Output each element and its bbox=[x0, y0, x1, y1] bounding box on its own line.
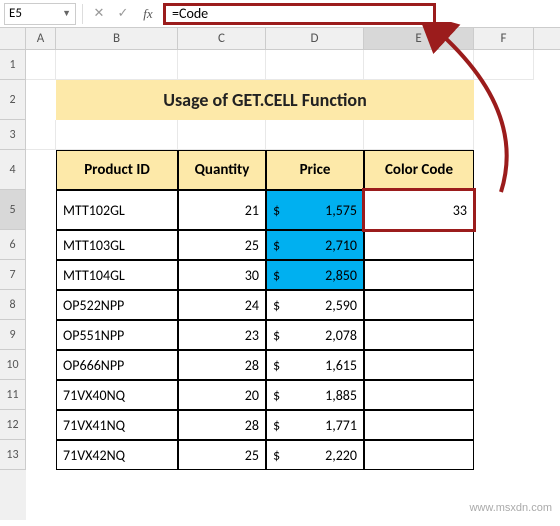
table-cell-color[interactable] bbox=[364, 320, 474, 350]
table-cell-qty[interactable]: 24 bbox=[178, 290, 266, 320]
table-cell-color[interactable] bbox=[364, 290, 474, 320]
header-quantity[interactable]: Quantity bbox=[178, 150, 266, 190]
separator bbox=[82, 4, 83, 24]
table-cell-id[interactable]: MTT104GL bbox=[56, 260, 178, 290]
cell-C3[interactable] bbox=[178, 120, 266, 150]
formula-bar: E5 ▼ ✕ ✓ fx =Code bbox=[0, 0, 560, 28]
row-header-10[interactable]: 10 bbox=[0, 350, 26, 380]
column-headers: A B C D E F bbox=[0, 28, 560, 50]
table-cell-price[interactable]: $2,590 bbox=[266, 290, 364, 320]
name-box-value: E5 bbox=[9, 6, 62, 21]
table-cell-color[interactable] bbox=[364, 440, 474, 470]
row-header-12[interactable]: 12 bbox=[0, 410, 26, 440]
cancel-icon[interactable]: ✕ bbox=[89, 4, 109, 24]
header-color-code[interactable]: Color Code bbox=[364, 150, 474, 190]
formula-input[interactable]: =Code bbox=[163, 3, 436, 25]
table-cell-color[interactable] bbox=[364, 260, 474, 290]
cell-B1[interactable] bbox=[56, 50, 178, 80]
row-header-13[interactable]: 13 bbox=[0, 440, 26, 470]
table-cell-price[interactable]: $1,575 bbox=[266, 190, 364, 230]
table-cell-id[interactable]: OP551NPP bbox=[56, 320, 178, 350]
table-cell-qty[interactable]: 28 bbox=[178, 350, 266, 380]
row-header-5[interactable]: 5 bbox=[0, 190, 26, 230]
header-product-id[interactable]: Product ID bbox=[56, 150, 178, 190]
col-header-A[interactable]: A bbox=[26, 28, 56, 49]
table-cell-id[interactable]: OP522NPP bbox=[56, 290, 178, 320]
title-text: Usage of GET.CELL Function bbox=[163, 89, 366, 111]
col-header-D[interactable]: D bbox=[266, 28, 364, 49]
table-cell-id[interactable]: MTT102GL bbox=[56, 190, 178, 230]
table-cell-price[interactable]: $2,078 bbox=[266, 320, 364, 350]
row-header-1[interactable]: 1 bbox=[0, 50, 26, 80]
col-header-F[interactable]: F bbox=[474, 28, 534, 49]
cell-F1[interactable] bbox=[474, 50, 534, 80]
table-cell-price[interactable]: $1,615 bbox=[266, 350, 364, 380]
header-price[interactable]: Price bbox=[266, 150, 364, 190]
cell-A1[interactable] bbox=[26, 50, 56, 80]
row-headers: 1 2 3 4 5 6 7 8 9 10 11 12 13 bbox=[0, 50, 26, 520]
table-cell-price[interactable]: $1,771 bbox=[266, 410, 364, 440]
formula-text: =Code bbox=[172, 5, 208, 22]
cells-area[interactable]: Usage of GET.CELL Function Product ID Qu… bbox=[26, 50, 560, 520]
chevron-down-icon[interactable]: ▼ bbox=[62, 8, 71, 19]
selected-cell-E5[interactable]: 33 bbox=[362, 188, 476, 232]
table-cell-color[interactable] bbox=[364, 380, 474, 410]
cell-C1[interactable] bbox=[178, 50, 266, 80]
grid: 1 2 3 4 5 6 7 8 9 10 11 12 13 Usage of G… bbox=[0, 50, 560, 520]
table-cell-id[interactable]: MTT103GL bbox=[56, 230, 178, 260]
cell-A3[interactable] bbox=[26, 120, 56, 150]
row-header-6[interactable]: 6 bbox=[0, 230, 26, 260]
table-cell-id[interactable]: 71VX41NQ bbox=[56, 410, 178, 440]
table-cell-qty[interactable]: 28 bbox=[178, 410, 266, 440]
watermark: www.msxdn.com bbox=[469, 502, 552, 514]
table-cell-id[interactable]: 71VX40NQ bbox=[56, 380, 178, 410]
cell-E1[interactable] bbox=[364, 50, 474, 80]
select-all-corner[interactable] bbox=[0, 28, 26, 49]
col-header-C[interactable]: C bbox=[178, 28, 266, 49]
cell-B3[interactable] bbox=[56, 120, 178, 150]
cell-D3[interactable] bbox=[266, 120, 364, 150]
table-cell-id[interactable]: OP666NPP bbox=[56, 350, 178, 380]
cell-E3[interactable] bbox=[364, 120, 474, 150]
table-cell-qty[interactable]: 21 bbox=[178, 190, 266, 230]
table-cell-qty[interactable]: 30 bbox=[178, 260, 266, 290]
name-box[interactable]: E5 ▼ bbox=[4, 3, 76, 25]
table-cell-qty[interactable]: 20 bbox=[178, 380, 266, 410]
row-header-9[interactable]: 9 bbox=[0, 320, 26, 350]
title-banner[interactable]: Usage of GET.CELL Function bbox=[56, 80, 474, 120]
table-cell-color[interactable] bbox=[364, 410, 474, 440]
table-cell-qty[interactable]: 25 bbox=[178, 440, 266, 470]
check-icon[interactable]: ✓ bbox=[113, 4, 133, 24]
table-cell-qty[interactable]: 25 bbox=[178, 230, 266, 260]
table-cell-price[interactable]: $2,710 bbox=[266, 230, 364, 260]
cell-D1[interactable] bbox=[266, 50, 364, 80]
table-cell-price[interactable]: $2,850 bbox=[266, 260, 364, 290]
row-header-7[interactable]: 7 bbox=[0, 260, 26, 290]
row-header-4[interactable]: 4 bbox=[0, 150, 26, 190]
col-header-B[interactable]: B bbox=[56, 28, 178, 49]
row-header-8[interactable]: 8 bbox=[0, 290, 26, 320]
col-header-E[interactable]: E bbox=[364, 28, 474, 49]
table-cell-id[interactable]: 71VX42NQ bbox=[56, 440, 178, 470]
row-header-11[interactable]: 11 bbox=[0, 380, 26, 410]
table-cell-price[interactable]: $1,885 bbox=[266, 380, 364, 410]
table-cell-color[interactable] bbox=[364, 350, 474, 380]
fx-icon[interactable]: fx bbox=[137, 6, 159, 22]
table-cell-qty[interactable]: 23 bbox=[178, 320, 266, 350]
row-header-2[interactable]: 2 bbox=[0, 80, 26, 120]
row-header-3[interactable]: 3 bbox=[0, 120, 26, 150]
table-cell-color[interactable] bbox=[364, 230, 474, 260]
table-cell-price[interactable]: $2,220 bbox=[266, 440, 364, 470]
